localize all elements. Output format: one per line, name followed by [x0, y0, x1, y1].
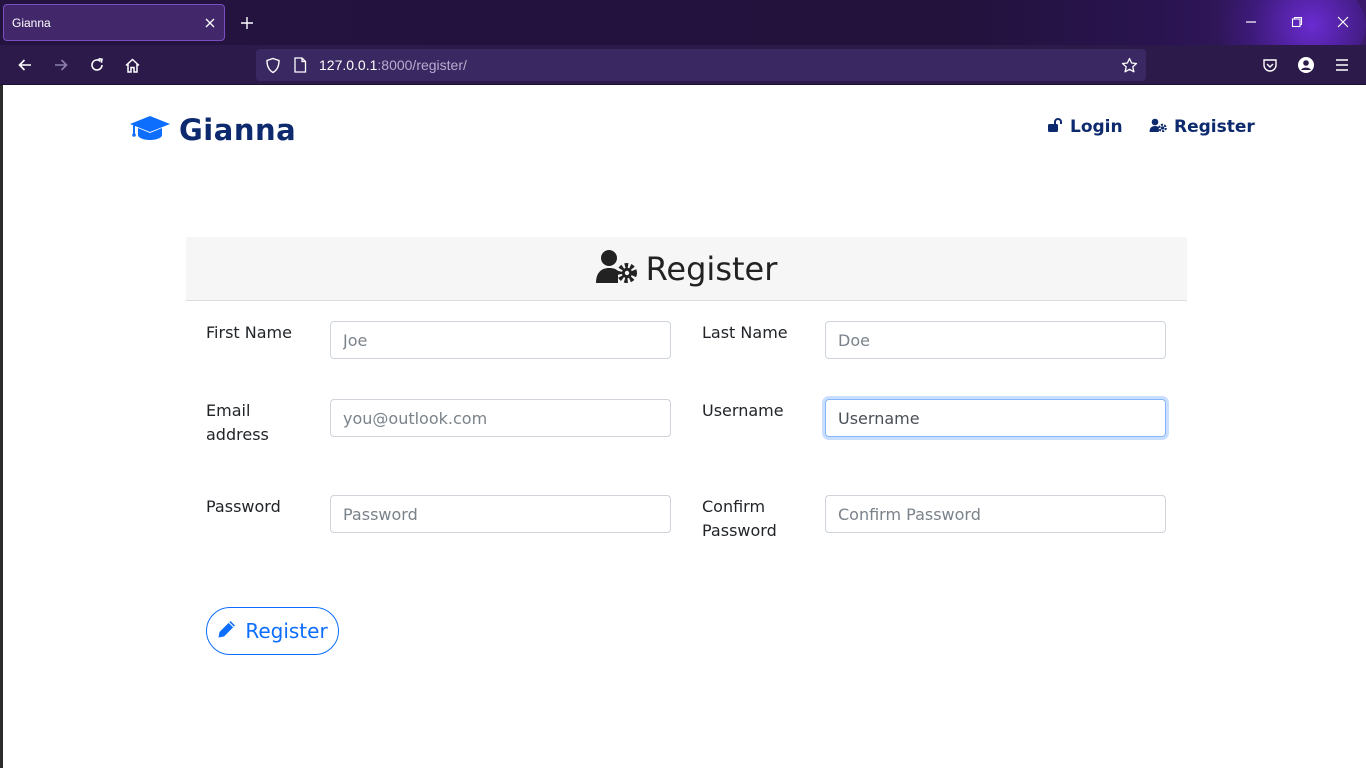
restore-icon[interactable]: [1280, 8, 1314, 36]
url-host: 127.0.0.1: [319, 57, 378, 73]
new-tab-icon[interactable]: [234, 10, 260, 36]
register-submit-button[interactable]: Register: [206, 607, 339, 655]
url-text[interactable]: 127.0.0.1:8000/register/: [319, 57, 467, 73]
user-cog-icon: [1149, 117, 1167, 137]
tab-title: Gianna: [12, 15, 51, 30]
page-icon: [290, 55, 310, 75]
page-viewport: Gianna Login Register Register First Nam…: [0, 85, 1366, 768]
nav-login-link[interactable]: Login: [1047, 117, 1123, 137]
back-icon[interactable]: [11, 51, 39, 79]
nav-login-label: Login: [1070, 117, 1123, 137]
username-label: Username: [702, 401, 784, 420]
address-bar[interactable]: 127.0.0.1:8000/register/: [256, 49, 1146, 81]
account-icon[interactable]: [1292, 51, 1320, 79]
brand-logo[interactable]: Gianna: [129, 113, 296, 147]
browser-tab-bar: Gianna: [0, 0, 1366, 45]
browser-tab[interactable]: Gianna: [3, 4, 225, 41]
graduation-cap-icon: [129, 114, 171, 147]
brand-name: Gianna: [179, 113, 297, 147]
nav-register-link[interactable]: Register: [1149, 117, 1255, 137]
user-cog-icon: [595, 249, 638, 288]
confirm-password-input[interactable]: [825, 495, 1166, 533]
confirm-password-label: Confirm Password: [702, 497, 777, 540]
first-name-label: First Name: [206, 323, 292, 342]
pencil-icon: [217, 619, 237, 644]
email-input[interactable]: [330, 399, 671, 437]
shield-icon[interactable]: [263, 55, 283, 75]
forward-icon[interactable]: [47, 51, 75, 79]
nav-register-label: Register: [1174, 117, 1255, 137]
username-input[interactable]: [825, 399, 1166, 437]
home-icon[interactable]: [118, 51, 146, 79]
register-card-header: Register: [186, 237, 1187, 301]
password-label: Password: [206, 497, 281, 516]
register-submit-label: Register: [245, 619, 328, 643]
reload-icon[interactable]: [83, 51, 111, 79]
last-name-label: Last Name: [702, 323, 788, 342]
browser-toolbar: 127.0.0.1:8000/register/: [0, 45, 1366, 85]
first-name-input[interactable]: [330, 321, 671, 359]
password-input[interactable]: [330, 495, 671, 533]
last-name-input[interactable]: [825, 321, 1166, 359]
pocket-icon[interactable]: [1256, 51, 1284, 79]
email-label: Email address: [206, 401, 269, 444]
unlock-icon: [1047, 117, 1063, 137]
page-title: Register: [645, 249, 778, 288]
menu-icon[interactable]: [1328, 51, 1356, 79]
tab-close-icon[interactable]: [196, 18, 224, 28]
close-window-icon[interactable]: [1326, 8, 1360, 36]
bookmark-star-icon[interactable]: [1119, 55, 1139, 75]
url-path: :8000/register/: [377, 57, 467, 73]
minimize-icon[interactable]: [1234, 8, 1268, 36]
